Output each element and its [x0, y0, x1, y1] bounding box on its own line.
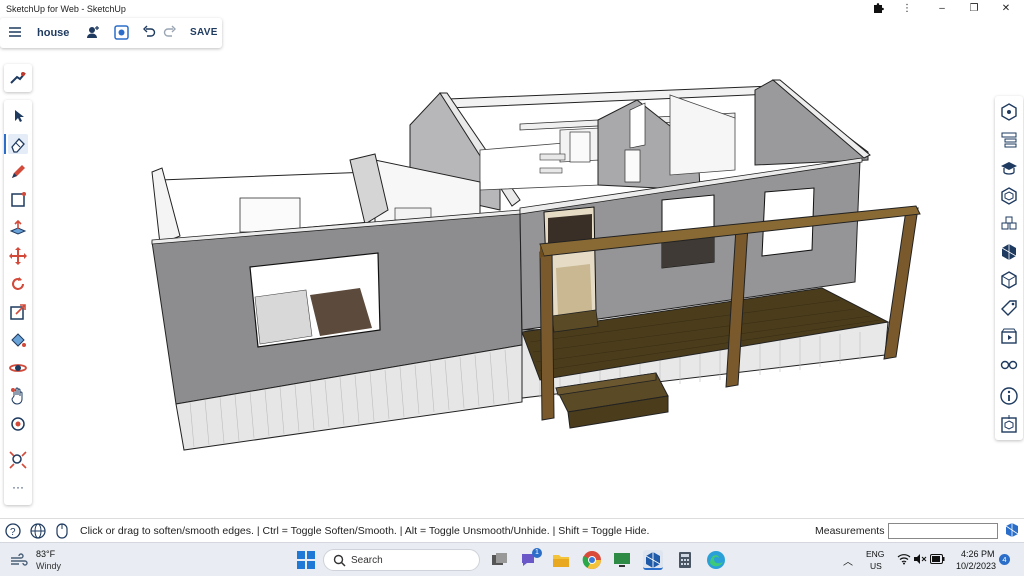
- tray-chevron-icon[interactable]: ︿: [843, 553, 853, 568]
- start-icon[interactable]: [296, 550, 316, 570]
- minimize-button[interactable]: –: [932, 2, 952, 16]
- edge-icon[interactable]: [706, 550, 726, 570]
- title-bar: SketchUp for Web - SketchUp ⋮ – ❐ ✕: [0, 0, 1024, 18]
- undo-icon[interactable]: [142, 25, 156, 41]
- clock-date[interactable]: 10/2/2023: [956, 561, 996, 571]
- add-user-icon[interactable]: [86, 25, 100, 41]
- taskbar: 83°F Windy Search 1 ︿ ENG US 4:26 PM 10/…: [0, 542, 1024, 576]
- clock-time[interactable]: 4:26 PM: [961, 549, 995, 559]
- house-model-render: [151, 79, 921, 451]
- puzzle-icon[interactable]: [868, 2, 888, 16]
- weather-icon[interactable]: [10, 553, 28, 569]
- mouse-icon[interactable]: [55, 523, 69, 542]
- svg-text:?: ?: [10, 527, 16, 538]
- status-hint: Click or drag to soften/smooth edges. | …: [80, 525, 650, 537]
- notification-badge[interactable]: 4: [999, 554, 1010, 565]
- sketchup-taskbar-icon[interactable]: [643, 550, 663, 570]
- top-bar: house SAVE: [0, 18, 222, 48]
- scene-icon[interactable]: [114, 25, 129, 41]
- volume-muted-icon[interactable]: [913, 553, 927, 567]
- weather-desc: Windy: [36, 561, 62, 571]
- region-indicator[interactable]: US: [870, 561, 882, 571]
- measurements-label: Measurements: [815, 525, 885, 537]
- screen-app-icon[interactable]: [612, 550, 632, 570]
- search-label: Search: [351, 555, 383, 566]
- redo-icon[interactable]: [163, 25, 177, 41]
- taskbar-search[interactable]: Search: [323, 549, 480, 571]
- warehouse-status-icon[interactable]: [1004, 522, 1020, 541]
- globe-icon[interactable]: [30, 523, 46, 542]
- close-button[interactable]: ✕: [996, 2, 1016, 16]
- weather-temp: 83°F: [36, 549, 56, 559]
- wifi-icon[interactable]: [897, 553, 911, 567]
- window-title: SketchUp for Web - SketchUp: [6, 4, 126, 14]
- search-icon: [333, 554, 346, 569]
- more-vert-icon[interactable]: ⋮: [897, 2, 917, 16]
- measurements-input[interactable]: [888, 523, 998, 539]
- save-button[interactable]: SAVE: [190, 25, 218, 41]
- project-name[interactable]: house: [37, 25, 69, 41]
- maximize-button[interactable]: ❐: [964, 2, 984, 16]
- chat-badge: 1: [532, 548, 542, 558]
- calculator-icon[interactable]: [675, 550, 695, 570]
- task-view-icon[interactable]: [489, 550, 509, 570]
- status-bar: ? Click or drag to soften/smooth edges. …: [0, 518, 1024, 542]
- lang-indicator[interactable]: ENG: [866, 549, 884, 559]
- model-viewport[interactable]: [0, 48, 1024, 518]
- battery-icon[interactable]: [930, 554, 945, 566]
- hamburger-icon[interactable]: [8, 25, 22, 41]
- file-explorer-icon[interactable]: [551, 550, 571, 570]
- chrome-icon[interactable]: [582, 550, 602, 570]
- help-icon[interactable]: ?: [5, 523, 21, 542]
